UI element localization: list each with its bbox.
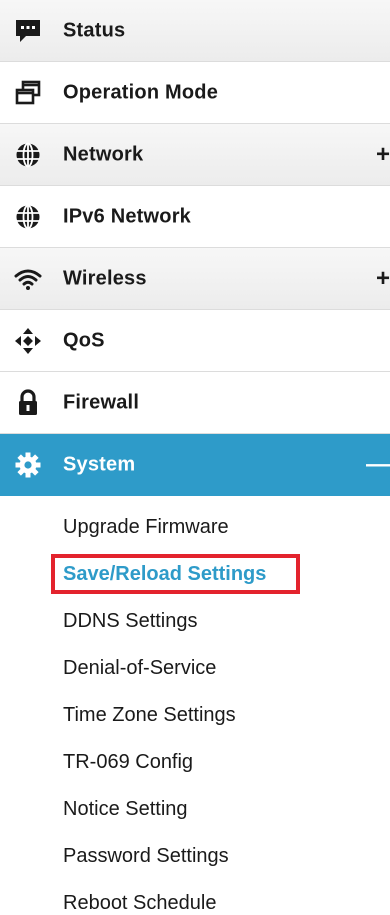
globe-icon <box>13 140 43 170</box>
arrows-icon <box>13 326 43 356</box>
menu-item-label: Wireless <box>63 267 147 289</box>
menu-item-qos[interactable]: QoS <box>0 310 390 372</box>
menu-item-label: Operation Mode <box>63 81 219 103</box>
menu-item-label: Network <box>63 143 144 165</box>
expand-icon[interactable]: + <box>376 266 390 291</box>
lock-icon <box>13 388 43 418</box>
submenu-item-label: DDNS Settings <box>63 610 198 632</box>
submenu-item-label: TR-069 Config <box>63 751 194 773</box>
submenu-item-notice-setting[interactable]: Notice Setting <box>0 786 390 833</box>
menu-item-label: System <box>63 453 136 476</box>
sidebar-nav: Status Operation Mode Network + IPv6 Net… <box>0 0 390 915</box>
wifi-icon <box>13 264 43 294</box>
submenu-item-save-reload-settings[interactable]: Save/Reload Settings <box>0 551 390 598</box>
submenu-item-ddns-settings[interactable]: DDNS Settings <box>0 598 390 645</box>
menu-item-firewall[interactable]: Firewall <box>0 372 390 434</box>
menu-item-operation-mode[interactable]: Operation Mode <box>0 62 390 124</box>
submenu-item-label: Reboot Schedule <box>63 892 217 914</box>
menu-item-label: IPv6 Network <box>63 205 192 227</box>
system-submenu: Upgrade Firmware Save/Reload Settings DD… <box>0 496 390 915</box>
menu-item-status[interactable]: Status <box>0 0 390 62</box>
collapse-icon[interactable]: — <box>366 453 390 477</box>
menu-item-label: Status <box>63 19 126 41</box>
highlight-box <box>51 554 300 594</box>
globe-icon <box>13 202 43 232</box>
submenu-item-label: Notice Setting <box>63 798 188 820</box>
windows-icon <box>13 78 43 108</box>
submenu-item-denial-of-service[interactable]: Denial-of-Service <box>0 645 390 692</box>
submenu-item-time-zone-settings[interactable]: Time Zone Settings <box>0 692 390 739</box>
submenu-item-password-settings[interactable]: Password Settings <box>0 833 390 880</box>
submenu-item-label: Denial-of-Service <box>63 657 217 679</box>
submenu-item-label: Password Settings <box>63 845 229 867</box>
submenu-item-label: Upgrade Firmware <box>63 516 229 538</box>
submenu-item-tr069-config[interactable]: TR-069 Config <box>0 739 390 786</box>
menu-item-wireless[interactable]: Wireless + <box>0 248 390 310</box>
menu-item-label: QoS <box>63 329 105 351</box>
menu-item-ipv6-network[interactable]: IPv6 Network <box>0 186 390 248</box>
menu-item-network[interactable]: Network + <box>0 124 390 186</box>
chat-icon <box>13 16 43 46</box>
submenu-item-upgrade-firmware[interactable]: Upgrade Firmware <box>0 504 390 551</box>
gear-icon <box>13 450 43 480</box>
submenu-item-reboot-schedule[interactable]: Reboot Schedule <box>0 880 390 915</box>
menu-item-system[interactable]: System — <box>0 434 390 496</box>
submenu-item-label: Time Zone Settings <box>63 704 236 726</box>
menu-item-label: Firewall <box>63 391 140 413</box>
expand-icon[interactable]: + <box>376 142 390 167</box>
